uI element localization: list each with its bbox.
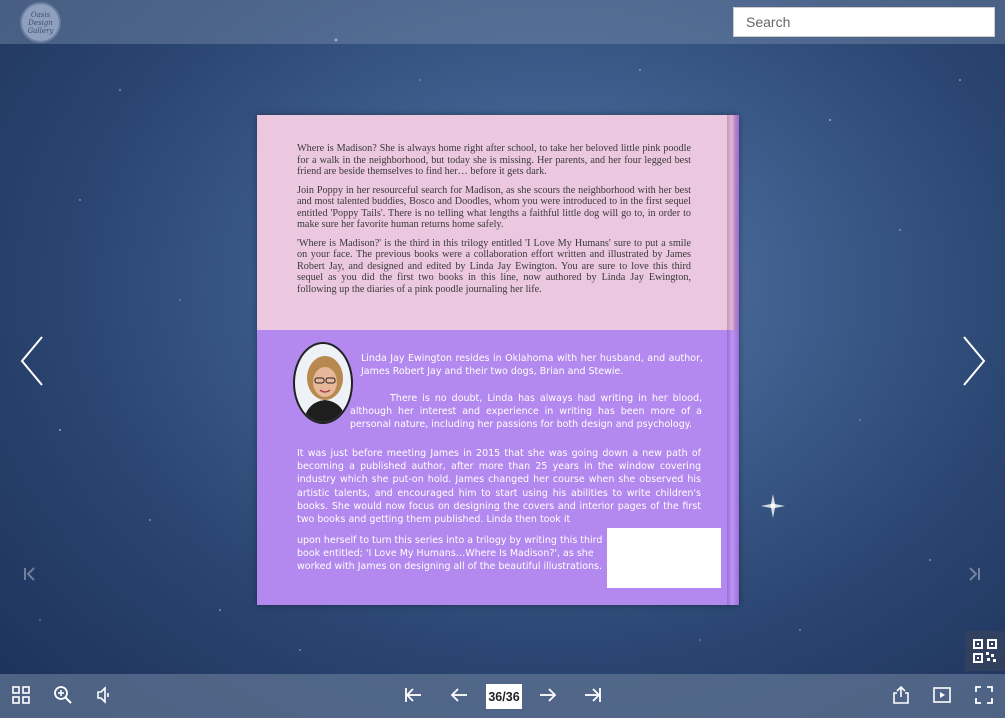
gallery-logo[interactable]: Oasis Design Gallery: [20, 2, 61, 43]
autoplay-icon: [933, 687, 951, 703]
sound-icon: [97, 686, 109, 704]
search-input[interactable]: [733, 7, 995, 37]
last-page-side-icon[interactable]: [966, 566, 982, 582]
zoom-in-button[interactable]: [52, 684, 74, 706]
bottom-toolbar: 36/36: [0, 674, 1005, 718]
bio-paragraph: There is no doubt, Linda has always had …: [350, 393, 702, 430]
bio-paragraph: It was just before meeting James in 2015…: [297, 448, 701, 526]
qr-code-icon: [973, 639, 997, 663]
bio-paragraph: upon herself to turn this series into a …: [297, 535, 603, 573]
first-page-side-icon[interactable]: [22, 566, 38, 582]
logo-line-2: Design: [28, 18, 53, 27]
book-back-cover[interactable]: Where is Madison? She is always home rig…: [257, 115, 739, 605]
logo-line-3: Gallery: [27, 26, 54, 35]
barcode-area: [607, 528, 721, 588]
fullscreen-button[interactable]: [973, 684, 995, 706]
synopsis-paragraph: Join Poppy in her resourceful search for…: [297, 184, 691, 231]
last-page-icon: [585, 688, 601, 702]
synopsis-paragraph: 'Where is Madison?' is the third in this…: [297, 237, 691, 295]
next-page-arrow-icon[interactable]: [958, 334, 988, 388]
synopsis-section: Where is Madison? She is always home rig…: [257, 115, 727, 330]
first-page-icon: [405, 688, 421, 702]
logo-line-1: Oasis: [30, 10, 51, 19]
author-bio-section: Linda Jay Ewington resides in Oklahoma w…: [257, 330, 727, 605]
previous-page-button[interactable]: [448, 684, 470, 706]
logo-text: Oasis Design Gallery: [28, 11, 54, 35]
next-page-button[interactable]: [537, 684, 559, 706]
first-page-button[interactable]: [402, 684, 424, 706]
thumbnails-button[interactable]: [10, 684, 32, 706]
qr-code-button[interactable]: [965, 631, 1005, 671]
autoplay-button[interactable]: [931, 684, 953, 706]
previous-page-arrow-icon[interactable]: [18, 334, 48, 388]
book-spine-lower: [727, 330, 739, 605]
bio-paragraph: Linda Jay Ewington resides in Oklahoma w…: [361, 353, 703, 377]
next-page-icon: [540, 688, 557, 702]
author-photo: [293, 342, 353, 424]
fullscreen-icon: [975, 686, 993, 704]
previous-page-icon: [450, 688, 467, 702]
share-icon: [893, 685, 909, 704]
last-page-button[interactable]: [582, 684, 604, 706]
zoom-in-icon: [54, 686, 72, 704]
share-button[interactable]: [890, 684, 912, 706]
page-number-indicator[interactable]: 36/36: [486, 684, 522, 709]
sound-button[interactable]: [94, 684, 116, 706]
thumbnails-icon: [12, 686, 30, 704]
top-bar: Oasis Design Gallery: [0, 0, 1005, 44]
synopsis-paragraph: Where is Madison? She is always home rig…: [297, 143, 691, 177]
